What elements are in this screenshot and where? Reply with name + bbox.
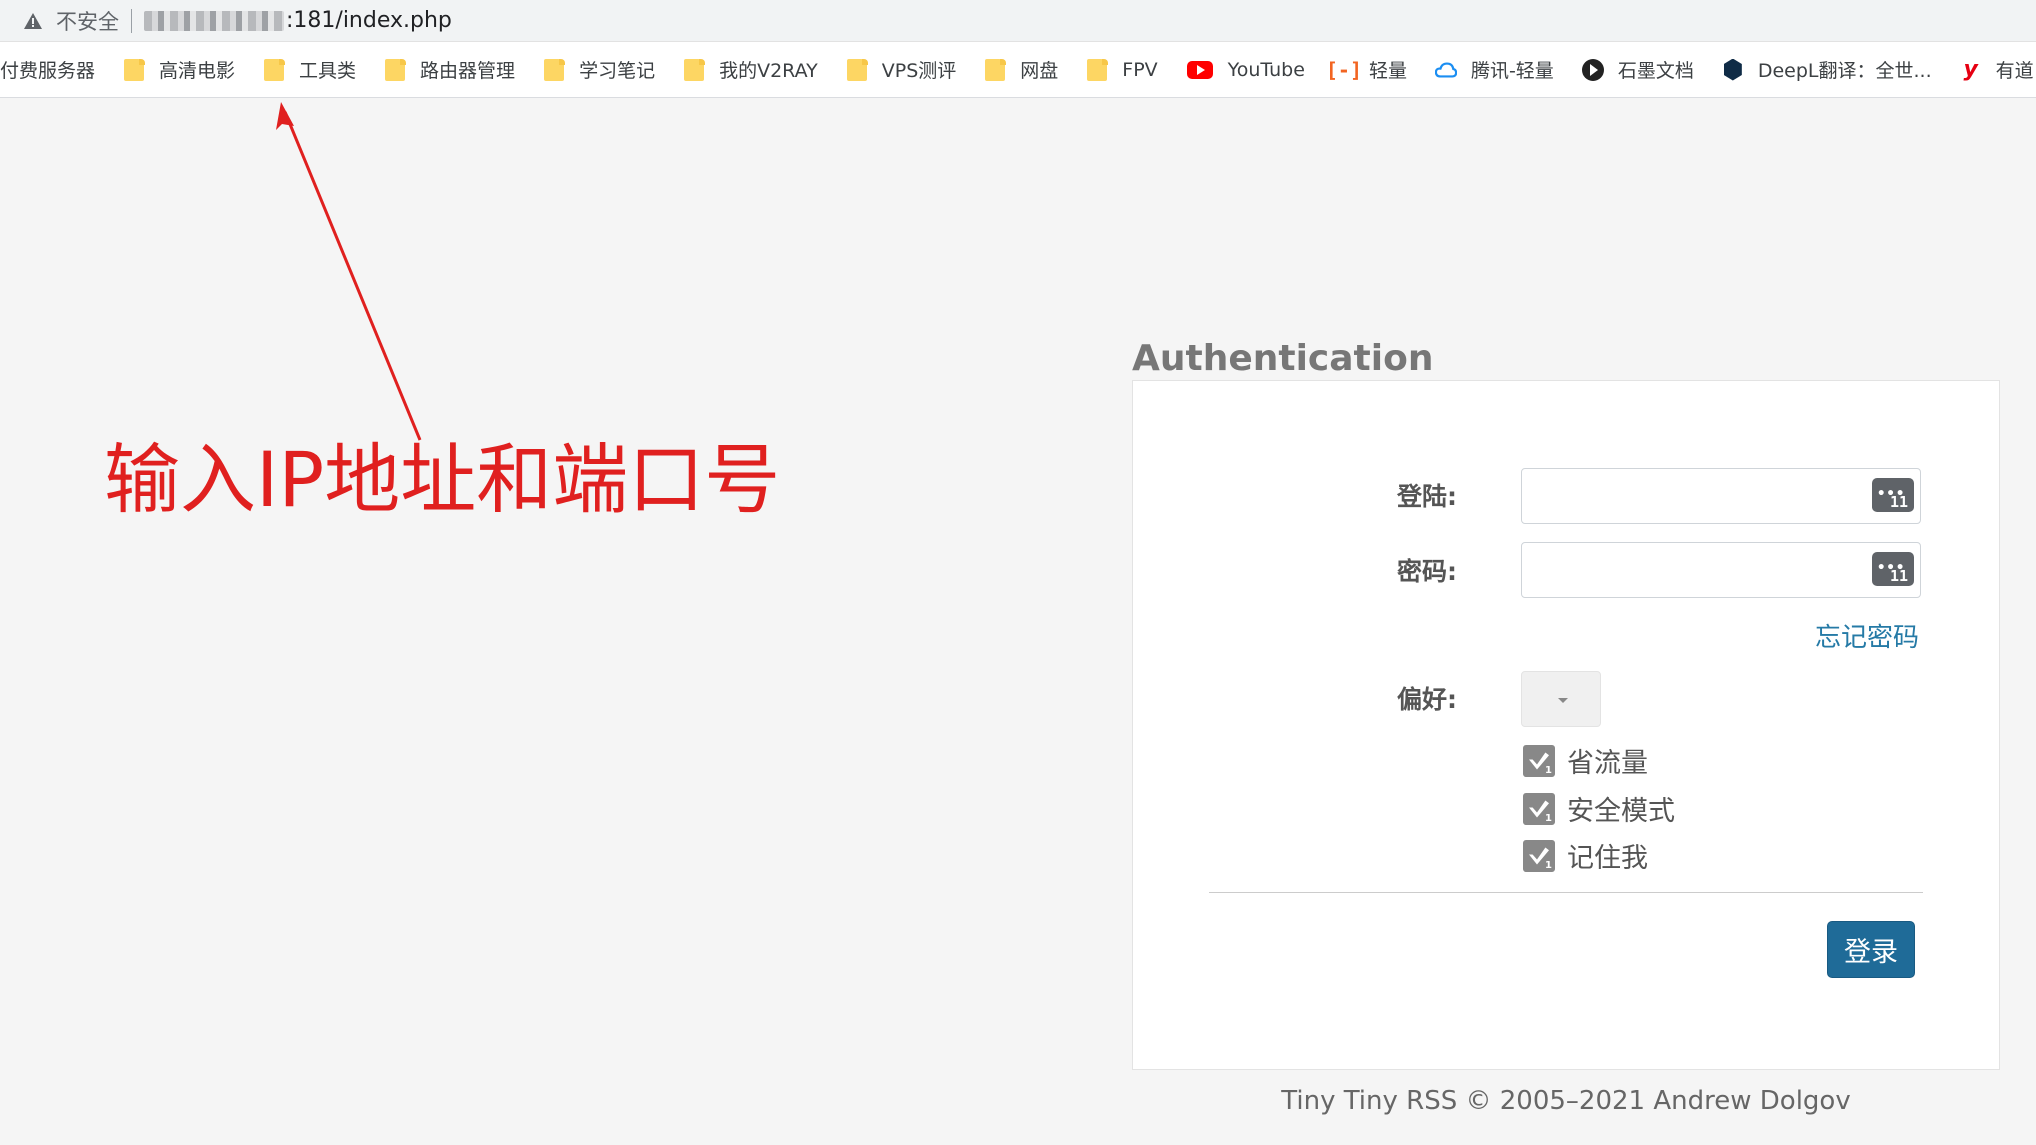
password-manager-icon[interactable]: ••• 11 (1872, 552, 1914, 586)
checkbox-checked-icon[interactable]: 1 (1523, 792, 1555, 825)
checkbox-label: 安全模式 (1567, 796, 1675, 827)
profile-select[interactable] (1521, 671, 1601, 727)
password-input[interactable]: ••• 11 (1521, 542, 1921, 598)
login-label: 登陆: (1397, 482, 1457, 511)
chevron-down-icon (1558, 698, 1568, 703)
checkbox-label: 省流量 (1567, 748, 1648, 779)
annotation-text: 输入IP地址和端口号 (104, 435, 781, 524)
checkbox-safe-mode[interactable]: 1 安全模式 (1523, 789, 1675, 828)
password-manager-icon[interactable]: ••• 11 (1872, 478, 1914, 512)
checkbox-checked-icon[interactable]: 1 (1523, 839, 1555, 872)
login-panel: 登陆: ••• 11 密码: ••• 11 忘记密码 偏好: 1 省流量 1 安全模… (1132, 380, 2000, 1070)
login-button[interactable]: 登录 (1827, 921, 1915, 978)
checkbox-label: 记住我 (1567, 843, 1648, 874)
auth-title: Authentication (1132, 338, 1434, 379)
login-input[interactable]: ••• 11 (1521, 468, 1921, 524)
forgot-password-link[interactable]: 忘记密码 (1815, 617, 1919, 654)
divider (1209, 892, 1923, 893)
prefs-label: 偏好: (1397, 685, 1457, 714)
checkbox-remember-me[interactable]: 1 记住我 (1523, 836, 1648, 875)
checkbox-bandwidth-saver[interactable]: 1 省流量 (1523, 741, 1648, 780)
password-label: 密码: (1397, 557, 1457, 586)
footer-credit: Tiny Tiny RSS © 2005–2021 Andrew Dolgov (1281, 1086, 1851, 1116)
checkbox-checked-icon[interactable]: 1 (1523, 744, 1555, 777)
